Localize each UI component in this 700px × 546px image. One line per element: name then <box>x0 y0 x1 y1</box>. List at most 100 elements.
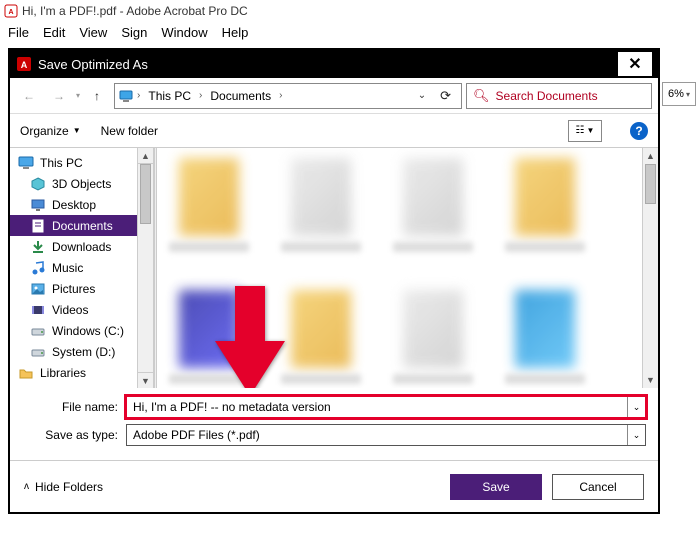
tree-item-this-pc[interactable]: This PC <box>10 152 138 173</box>
address-history-dropdown[interactable]: ⌄ <box>412 90 432 101</box>
chevron-right-icon: › <box>135 90 142 101</box>
scroll-down-icon[interactable]: ▼ <box>138 372 153 388</box>
search-input[interactable]: 🔍︎ Search Documents <box>466 83 652 109</box>
help-button[interactable]: ? <box>630 122 648 140</box>
menubar: File Edit View Sign Window Help <box>0 22 700 42</box>
filename-label: File name: <box>22 400 118 414</box>
menu-window[interactable]: Window <box>161 25 207 40</box>
tree-item-label: Music <box>52 261 83 275</box>
file-item[interactable] <box>281 158 361 264</box>
up-button[interactable]: ↑ <box>84 83 110 109</box>
menu-view[interactable]: View <box>79 25 107 40</box>
app-title: Hi, I'm a PDF!.pdf - Adobe Acrobat Pro D… <box>22 4 248 18</box>
body-area: This PC 3D Objects Desktop Documents Downloa… <box>10 148 658 388</box>
file-item[interactable] <box>505 158 585 264</box>
tree-item-windows-c-[interactable]: Windows (C:) <box>10 320 138 341</box>
caret-up-icon: ʌ <box>24 481 29 492</box>
tree-item-label: This PC <box>40 156 83 170</box>
app-titlebar: A Hi, I'm a PDF!.pdf - Adobe Acrobat Pro… <box>0 0 700 22</box>
hide-folders-button[interactable]: ʌ Hide Folders <box>24 480 103 494</box>
back-button[interactable]: ← <box>16 83 42 109</box>
refresh-icon: ⟳ <box>440 88 451 103</box>
tree-item-label: Downloads <box>52 240 111 254</box>
scroll-up-icon[interactable]: ▲ <box>643 148 658 164</box>
filename-combo[interactable]: ⌄ <box>126 396 646 418</box>
file-item[interactable] <box>169 290 249 388</box>
dialog-titlebar: A Save Optimized As ✕ <box>10 50 658 78</box>
file-item[interactable] <box>393 158 473 264</box>
pdf-icon: A <box>16 56 32 72</box>
breadcrumb-this-pc[interactable]: This PC <box>144 89 195 103</box>
menu-sign[interactable]: Sign <box>121 25 147 40</box>
tree-item-music[interactable]: Music <box>10 257 138 278</box>
filetype-value: Adobe PDF Files (*.pdf) <box>127 428 627 442</box>
file-item[interactable] <box>281 290 361 388</box>
tree-scrollbar[interactable]: ▲ ▼ <box>137 148 153 388</box>
cancel-button[interactable]: Cancel <box>552 474 644 500</box>
svg-text:A: A <box>8 9 13 16</box>
tree-item-label: Pictures <box>52 282 95 296</box>
drive-icon <box>30 344 46 360</box>
thumbnails <box>157 148 658 388</box>
file-item[interactable] <box>393 290 473 388</box>
doc-icon <box>30 218 46 234</box>
scroll-thumb[interactable] <box>140 164 151 224</box>
tree-item-label: Documents <box>52 219 113 233</box>
tree-item-documents[interactable]: Documents <box>10 215 138 236</box>
scroll-thumb[interactable] <box>645 164 656 204</box>
hide-folders-label: Hide Folders <box>35 480 103 494</box>
breadcrumb-documents[interactable]: Documents <box>206 89 275 103</box>
address-bar[interactable]: › This PC › Documents › ⌄ ⟳ <box>114 83 462 109</box>
tree-item-label: System (D:) <box>52 345 115 359</box>
tree-item-pictures[interactable]: Pictures <box>10 278 138 299</box>
search-placeholder: Search Documents <box>496 89 598 103</box>
cube-icon <box>30 176 46 192</box>
tree-item-label: 3D Objects <box>52 177 111 191</box>
menu-help[interactable]: Help <box>222 25 249 40</box>
dialog-footer: ʌ Hide Folders Save Cancel <box>10 460 658 512</box>
tree-item-label: Videos <box>52 303 88 317</box>
monitor-icon <box>119 89 133 103</box>
filename-input[interactable] <box>127 397 627 417</box>
filetype-label: Save as type: <box>22 428 118 442</box>
pdf-icon: A <box>4 4 18 18</box>
video-icon <box>30 302 46 318</box>
forward-button: → <box>46 83 72 109</box>
zoom-indicator[interactable]: 6% <box>662 82 696 106</box>
tree-item-desktop[interactable]: Desktop <box>10 194 138 215</box>
file-list[interactable]: ▲ ▼ <box>157 148 658 388</box>
nav-row: ← → ▾ ↑ › This PC › Documents › ⌄ ⟳ 🔍︎ S… <box>10 78 658 114</box>
content-scrollbar[interactable]: ▲ ▼ <box>642 148 658 388</box>
music-icon <box>30 260 46 276</box>
close-button[interactable]: ✕ <box>618 52 652 76</box>
chevron-down-icon: ▼ <box>73 126 81 135</box>
organize-label: Organize <box>20 124 69 138</box>
view-mode-button[interactable]: ☷ ▼ <box>568 120 602 142</box>
refresh-button[interactable]: ⟳ <box>434 88 457 104</box>
tree-item-3d-objects[interactable]: 3D Objects <box>10 173 138 194</box>
scroll-down-icon[interactable]: ▼ <box>643 372 658 388</box>
monitor-icon <box>18 155 34 171</box>
history-dropdown[interactable]: ▾ <box>76 91 80 100</box>
arrow-up-icon: ↑ <box>94 89 100 103</box>
menu-edit[interactable]: Edit <box>43 25 65 40</box>
menu-file[interactable]: File <box>8 25 29 40</box>
svg-text:A: A <box>21 60 28 70</box>
drive-icon <box>30 323 46 339</box>
tree-item-label: Libraries <box>40 366 86 380</box>
scroll-up-icon[interactable]: ▲ <box>138 148 153 164</box>
organize-button[interactable]: Organize ▼ <box>20 124 81 138</box>
new-folder-button[interactable]: New folder <box>101 124 158 138</box>
chevron-down-icon[interactable]: ⌄ <box>627 397 645 417</box>
chevron-down-icon[interactable]: ⌄ <box>627 425 645 445</box>
tree-item-downloads[interactable]: Downloads <box>10 236 138 257</box>
filetype-combo[interactable]: Adobe PDF Files (*.pdf) ⌄ <box>126 424 646 446</box>
file-item[interactable] <box>505 290 585 388</box>
tree-item-libraries[interactable]: Libraries <box>10 362 138 383</box>
tree-item-system-d-[interactable]: System (D:) <box>10 341 138 362</box>
dialog-title: Save Optimized As <box>38 57 612 72</box>
tree-item-videos[interactable]: Videos <box>10 299 138 320</box>
save-button[interactable]: Save <box>450 474 542 500</box>
file-item[interactable] <box>169 158 249 264</box>
arrow-right-icon: → <box>53 89 65 103</box>
